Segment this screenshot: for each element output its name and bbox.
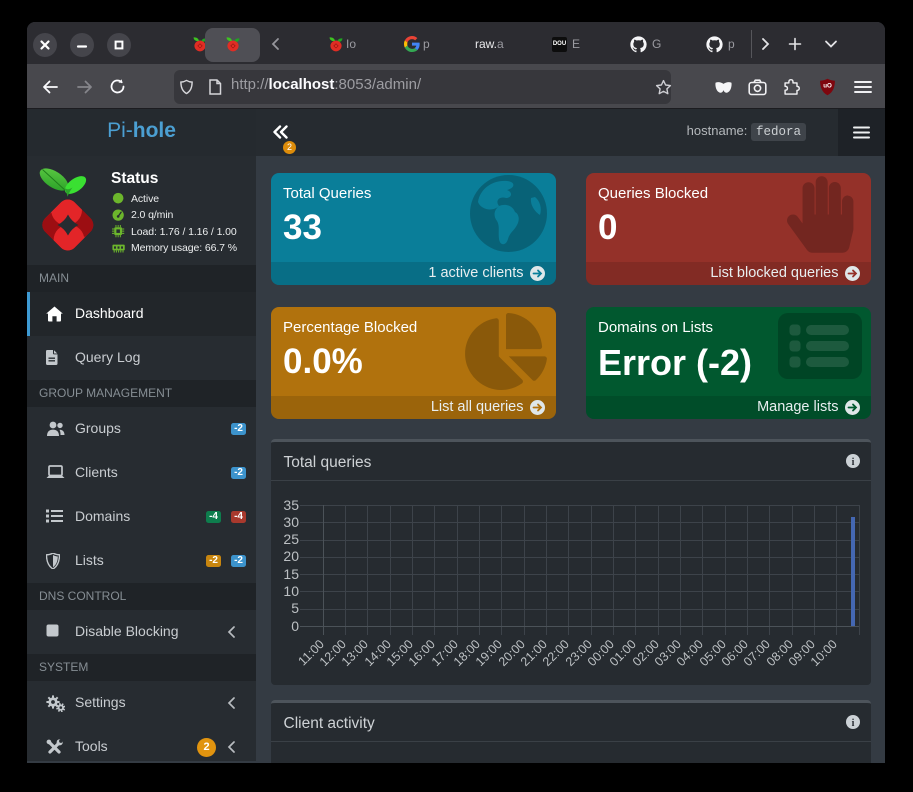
svg-text:uO: uO [823,83,832,90]
svg-text:i: i [851,718,854,729]
svg-text:i: i [851,457,854,468]
